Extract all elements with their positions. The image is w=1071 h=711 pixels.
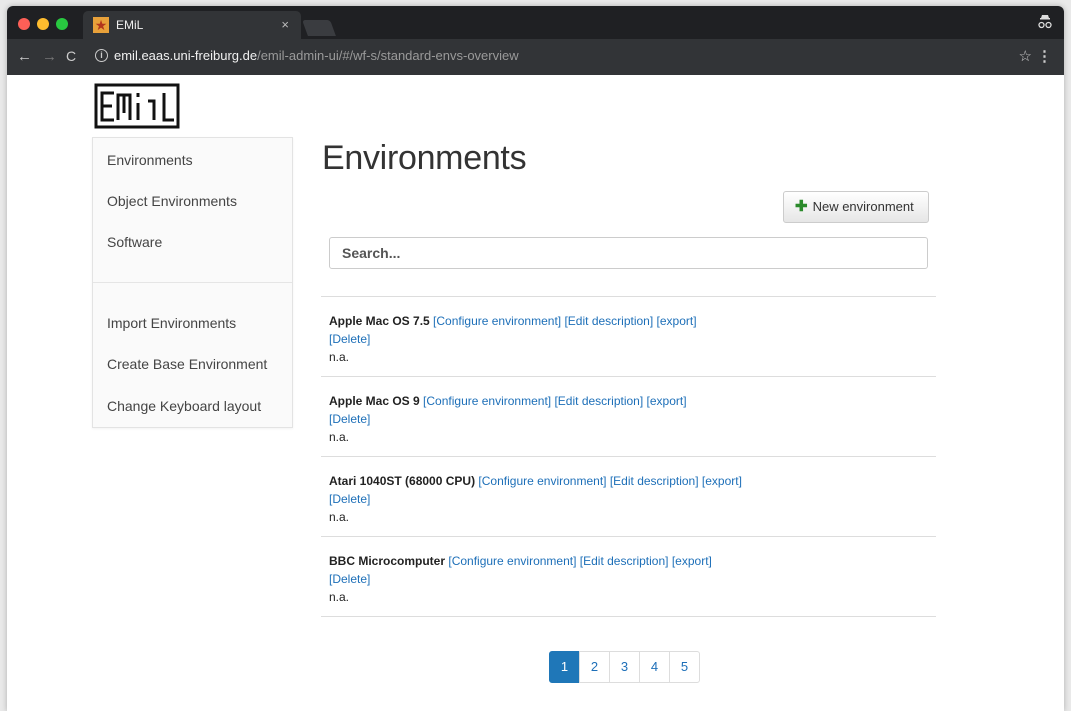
reload-icon[interactable]: C xyxy=(66,48,76,64)
edit-description-link[interactable]: [Edit description] xyxy=(554,394,643,408)
page-1-button[interactable]: 1 xyxy=(549,651,580,683)
edit-description-link[interactable]: [Edit description] xyxy=(564,314,653,328)
environment-row: BBC Microcomputer [Configure environment… xyxy=(321,536,936,617)
close-window-button[interactable] xyxy=(18,18,30,30)
menu-dots-icon[interactable]: ⋮ xyxy=(1037,47,1052,65)
page-3-button[interactable]: 3 xyxy=(609,651,640,683)
sidebar: Environments Object Environments Softwar… xyxy=(92,137,293,428)
environment-description: n.a. xyxy=(329,350,350,364)
delete-link[interactable]: [Delete] xyxy=(329,492,370,506)
maximize-window-button[interactable] xyxy=(56,18,68,30)
address-bar[interactable]: i emil.eaas.uni-freiburg.de/emil-admin-u… xyxy=(89,44,1064,70)
export-link[interactable]: [export] xyxy=(672,554,712,568)
environment-list: Apple Mac OS 7.5 [Configure environment]… xyxy=(321,296,936,617)
new-environment-label: New environment xyxy=(812,199,914,214)
incognito-icon xyxy=(1038,14,1052,33)
environment-row: Atari 1040ST (68000 CPU) [Configure envi… xyxy=(321,456,936,536)
tab-close-icon[interactable]: × xyxy=(281,17,289,32)
browser-toolbar: ← → C i emil.eaas.uni-freiburg.de/emil-a… xyxy=(7,39,1064,75)
environment-name: BBC Microcomputer xyxy=(329,554,446,568)
star-favicon-icon: ★ xyxy=(93,17,109,33)
sidebar-item-change-keyboard-layout[interactable]: Change Keyboard layout xyxy=(107,398,261,414)
sidebar-divider xyxy=(93,282,292,283)
sidebar-item-import-environments[interactable]: Import Environments xyxy=(107,315,236,331)
environment-name: Apple Mac OS 9 xyxy=(329,394,420,408)
page-5-button[interactable]: 5 xyxy=(669,651,700,683)
environment-description: n.a. xyxy=(329,430,350,444)
pagination: 1 2 3 4 5 xyxy=(549,651,700,683)
new-tab-button[interactable] xyxy=(302,20,336,36)
edit-description-link[interactable]: [Edit description] xyxy=(580,554,669,568)
browser-tab[interactable]: ★ EMiL × xyxy=(83,11,301,39)
search-input[interactable] xyxy=(329,237,928,269)
export-link[interactable]: [export] xyxy=(647,394,687,408)
configure-environment-link[interactable]: [Configure environment] xyxy=(423,394,551,408)
delete-link[interactable]: [Delete] xyxy=(329,412,370,426)
edit-description-link[interactable]: [Edit description] xyxy=(610,474,699,488)
configure-environment-link[interactable]: [Configure environment] xyxy=(433,314,561,328)
environment-name: Atari 1040ST (68000 CPU) xyxy=(329,474,476,488)
configure-environment-link[interactable]: [Configure environment] xyxy=(448,554,576,568)
browser-window: ★ EMiL × ← → C i emil.eaas.uni-freiburg.… xyxy=(7,6,1064,711)
new-environment-button[interactable]: ✚ New environment xyxy=(783,191,929,223)
configure-environment-link[interactable]: [Configure environment] xyxy=(478,474,606,488)
sidebar-item-object-environments[interactable]: Object Environments xyxy=(107,193,237,209)
url-text[interactable]: emil.eaas.uni-freiburg.de/emil-admin-ui/… xyxy=(114,48,519,63)
forward-arrow-icon[interactable]: → xyxy=(42,48,57,65)
sidebar-item-create-base-environment[interactable]: Create Base Environment xyxy=(107,356,267,372)
environment-row: Apple Mac OS 9 [Configure environment] [… xyxy=(321,376,936,456)
tab-title: EMiL xyxy=(116,18,144,32)
environment-row: Apple Mac OS 7.5 [Configure environment]… xyxy=(321,296,936,376)
plus-icon: ✚ xyxy=(795,198,808,215)
page-content: Environments Object Environments Softwar… xyxy=(7,75,1064,711)
info-icon[interactable]: i xyxy=(95,49,108,62)
bookmark-star-icon[interactable]: ☆ xyxy=(1019,47,1032,65)
environment-description: n.a. xyxy=(329,590,350,604)
back-arrow-icon[interactable]: ← xyxy=(17,48,32,65)
emil-logo[interactable] xyxy=(94,83,180,129)
environment-description: n.a. xyxy=(329,510,350,524)
delete-link[interactable]: [Delete] xyxy=(329,572,370,586)
sidebar-item-environments[interactable]: Environments xyxy=(107,152,193,168)
tab-strip: ★ EMiL × xyxy=(7,6,1064,39)
export-link[interactable]: [export] xyxy=(657,314,697,328)
page-4-button[interactable]: 4 xyxy=(639,651,670,683)
environment-name: Apple Mac OS 7.5 xyxy=(329,314,430,328)
page-title: Environments xyxy=(322,139,527,177)
sidebar-item-software[interactable]: Software xyxy=(107,234,162,250)
minimize-window-button[interactable] xyxy=(37,18,49,30)
delete-link[interactable]: [Delete] xyxy=(329,332,370,346)
export-link[interactable]: [export] xyxy=(702,474,742,488)
page-2-button[interactable]: 2 xyxy=(579,651,610,683)
